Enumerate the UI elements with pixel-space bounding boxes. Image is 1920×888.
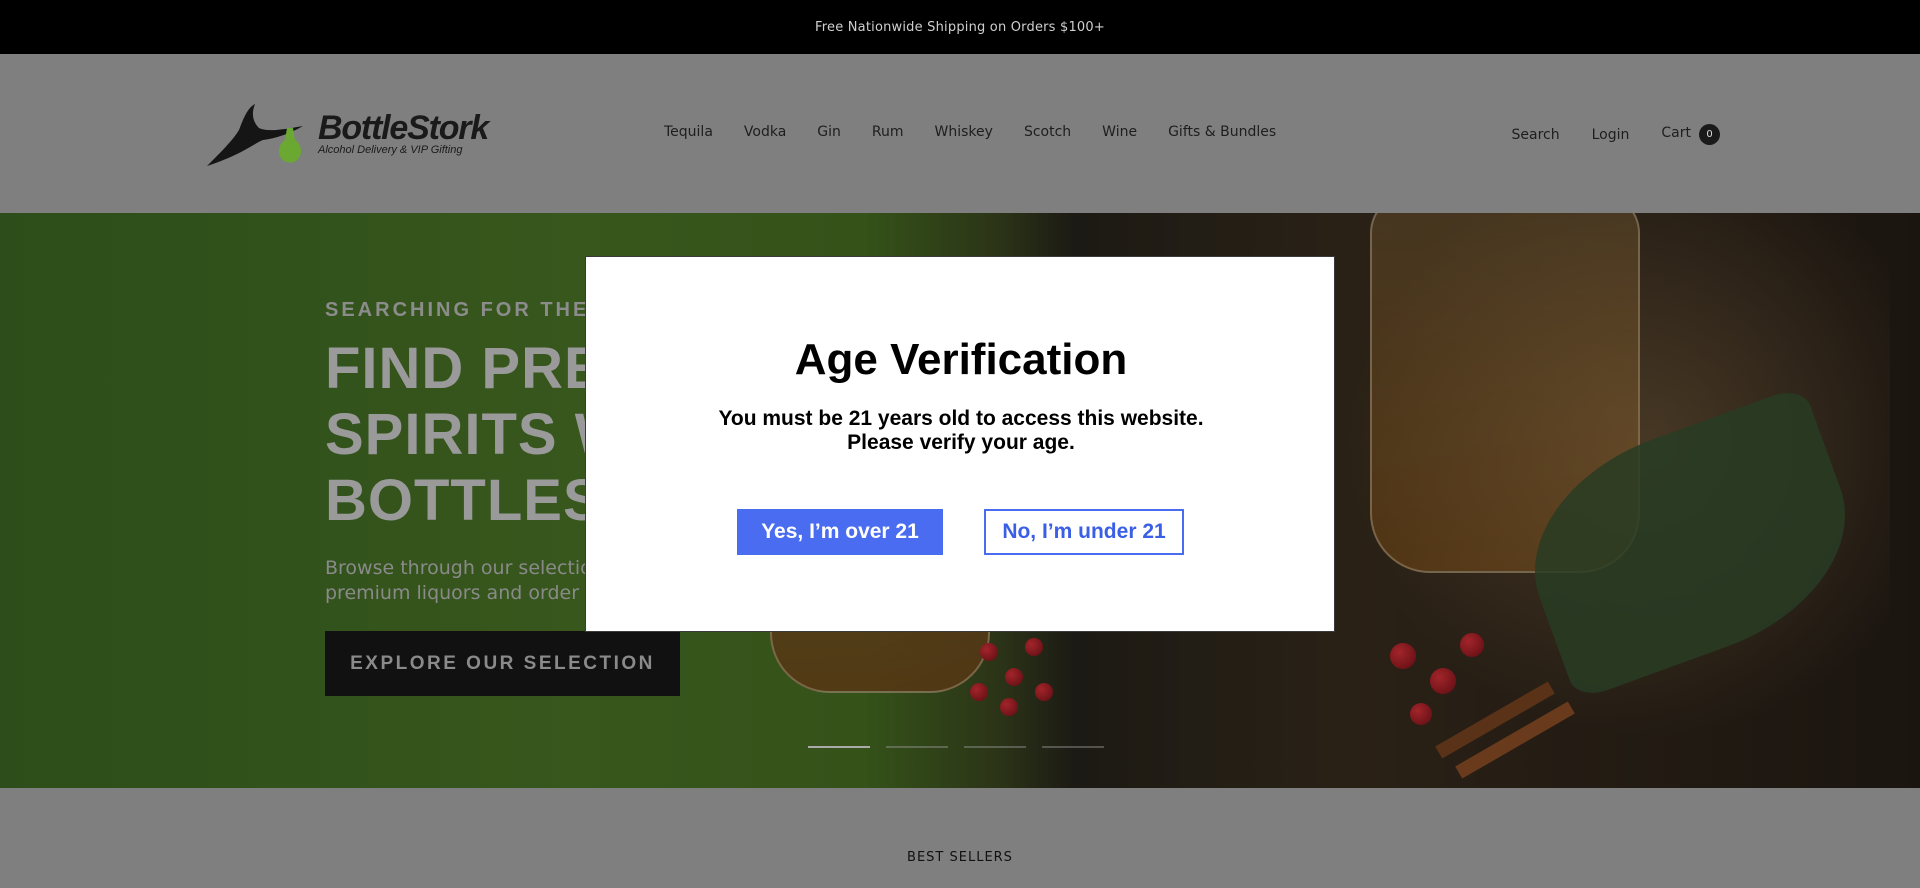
logo-name: BottleStork [318,109,489,147]
nav-item-vodka[interactable]: Vodka [744,124,786,140]
nav-item-whiskey[interactable]: Whiskey [935,124,993,140]
confirm-over-21-button[interactable]: Yes, I’m over 21 [737,509,943,555]
modal-title: Age Verification [794,335,1128,384]
slide-dot-4[interactable] [1042,746,1104,748]
cart-count-badge: 0 [1699,124,1720,145]
stork-bottle-logo-icon [207,104,303,166]
announcement-bar: Free Nationwide Shipping on Orders $100+ [0,0,1920,54]
modal-message-line: You must be 21 years old to access this … [718,407,1204,430]
slide-dot-1[interactable] [808,746,870,748]
nav-item-scotch[interactable]: Scotch [1024,124,1071,140]
explore-selection-button[interactable]: EXPLORE OUR SELECTION [325,631,680,696]
nav-item-rum[interactable]: Rum [872,124,904,140]
login-link[interactable]: Login [1592,127,1630,143]
slide-indicators [808,746,1104,748]
site-header: BottleStork Alcohol Delivery & VIP Gifti… [0,54,1920,213]
cart-label: Cart [1661,125,1691,141]
age-verification-modal: Age Verification You must be 21 years ol… [585,256,1335,632]
modal-message-line: Please verify your age. [847,431,1075,454]
under-21-button[interactable]: No, I’m under 21 [984,509,1184,555]
slide-dot-2[interactable] [886,746,948,748]
modal-message: You must be 21 years old to access this … [586,407,1336,455]
best-sellers-title: BEST SELLERS [907,850,1013,865]
nav-item-tequila[interactable]: Tequila [664,124,713,140]
nav-item-gin[interactable]: Gin [817,124,841,140]
slide-dot-3[interactable] [964,746,1026,748]
cart-link[interactable]: Cart 0 [1661,124,1720,145]
logo[interactable]: BottleStork Alcohol Delivery & VIP Gifti… [203,100,489,172]
best-sellers-section: BEST SELLERS [0,788,1920,888]
nav-item-wine[interactable]: Wine [1102,124,1137,140]
main-nav: Tequila Vodka Gin Rum Whiskey Scotch Win… [664,124,1307,140]
nav-item-gifts-bundles[interactable]: Gifts & Bundles [1168,124,1276,140]
search-link[interactable]: Search [1512,127,1560,143]
header-actions: Search Login Cart 0 [1480,124,1720,145]
announcement-text: Free Nationwide Shipping on Orders $100+ [815,19,1105,35]
